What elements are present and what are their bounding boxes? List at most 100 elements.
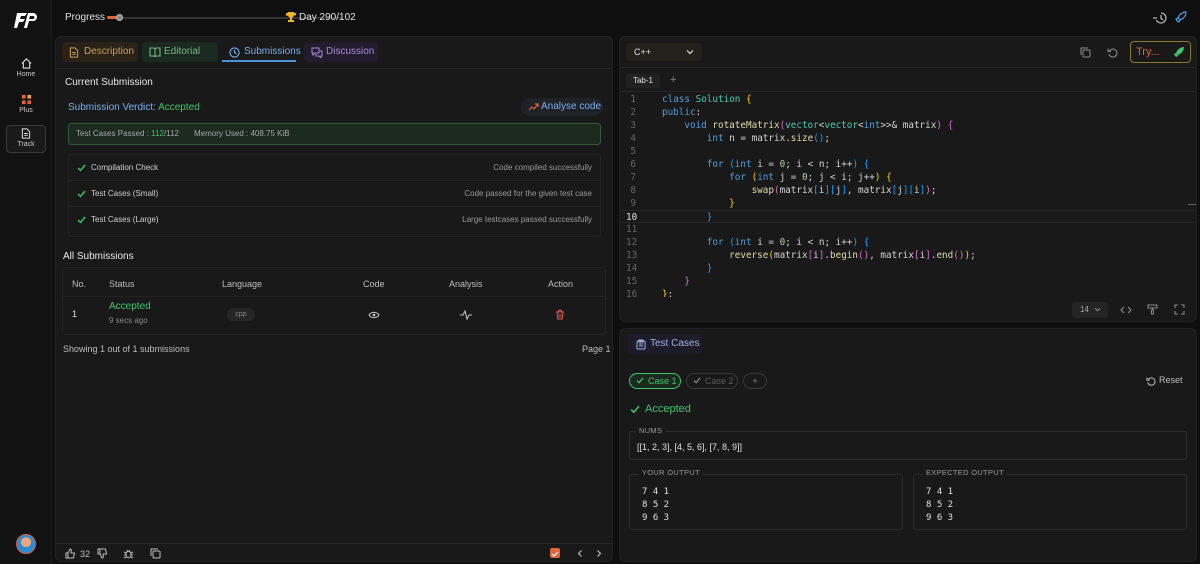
all-submissions-title: All Submissions [63,251,134,262]
rail-item-label: Plus [19,107,33,114]
tab-discussion[interactable]: Discussion [304,42,378,62]
tests-passed-count: 112 [151,129,164,138]
try-label: Try... [1136,46,1160,58]
input-box: NUMS [[1, 2, 3], [4, 5, 6], [7, 8, 9]] [629,426,1187,460]
chevron-left-icon[interactable] [576,549,584,558]
book-open-icon [149,47,161,57]
code-line[interactable]: 1 class Solution { [620,93,1196,106]
format-brush-icon[interactable] [1147,304,1158,315]
table-row: 1 Accepted 9 secs ago cpp [63,297,605,334]
avatar[interactable] [16,534,36,554]
history-icon[interactable] [1152,11,1168,25]
code-line[interactable]: 13 reverse(matrix[i].begin(), matrix[i].… [620,249,1196,262]
test-summary-box: Test Cases Passed : 112/112 Memory Used … [68,123,601,145]
code-tab[interactable]: Tab-1 [626,74,660,88]
like-count: 32 [80,549,91,559]
document-icon [21,128,31,139]
code-text: reverse(matrix[i].begin(), matrix[i].end… [729,250,976,261]
add-case-button[interactable]: + [743,373,767,389]
thumbs-up-icon[interactable] [65,548,76,559]
clock-icon [229,47,240,58]
code-line[interactable]: 4 int n = matrix.size(); [620,132,1196,145]
progress-label: Progress [65,12,106,23]
thumbs-down-icon[interactable] [97,548,108,559]
case-2-button[interactable]: Case 2 [686,373,738,389]
check-icon [77,190,86,198]
tab-label: Editorial [164,46,201,57]
code-line[interactable]: 8 swap(matrix[i][j], matrix[j][i]); [620,184,1196,197]
code-line[interactable]: 14 } [620,262,1196,275]
rocket-icon[interactable] [1175,11,1187,24]
line-number: 15 [626,276,638,287]
rail-item-home[interactable]: Home [6,56,46,86]
expected-output-box: EXPECTED OUTPUT 7 4 1 8 5 2 9 6 3 [913,468,1187,530]
rail-item-plus[interactable]: Plus [6,92,46,122]
code-text: } [706,263,713,274]
chevron-down-icon [686,50,694,55]
row-status[interactable]: Accepted [109,301,151,312]
line-number: 4 [630,133,636,144]
line-number: 1 [630,94,636,105]
copy-icon[interactable] [1080,47,1091,58]
code-line[interactable]: 3 void rotateMatrix(vector<vector<int>>&… [620,119,1196,132]
code-line[interactable]: 15 } [620,275,1196,288]
line-number: 9 [630,198,636,209]
check-desc: Large testcases passed successfully [462,215,592,224]
case-1-button[interactable]: Case 1 [629,373,681,389]
current-submission-title: Current Submission [65,77,153,88]
code-line[interactable]: 2 public: [620,106,1196,119]
tab-label: Test Cases [650,338,700,349]
clipboard-icon [636,339,646,350]
code-brackets-icon[interactable] [1120,305,1132,315]
chevron-down-icon [1094,307,1101,312]
reset-button[interactable]: Reset [1146,375,1183,386]
column-header: Language [222,279,263,289]
tests-passed-label: Test Cases Passed : [76,129,149,138]
progress-knob[interactable] [116,14,123,21]
bug-icon[interactable] [123,548,134,559]
code-line[interactable]: 11 [620,223,1196,236]
line-number: 7 [630,172,636,183]
tab-description[interactable]: Description [62,42,138,62]
trash-icon[interactable] [555,309,565,320]
your-output-box: YOUR OUTPUT 7 4 1 8 5 2 9 6 3 [629,468,903,530]
check-icon [693,377,701,384]
rail-item-track[interactable]: Track [6,125,46,153]
case-label: Case 1 [648,376,677,386]
app-logo-icon[interactable] [14,10,38,30]
activity-icon[interactable] [460,310,472,320]
undo-icon[interactable] [1107,47,1118,58]
eye-icon[interactable] [368,311,380,319]
add-tab-icon[interactable]: + [670,74,676,86]
line-number: 3 [630,120,636,131]
copy-icon[interactable] [150,548,161,559]
verdict-text: Accepted [645,403,691,415]
code-text: for (int i = 0; i < n; i++) { [706,237,870,248]
check-icon [630,405,640,414]
code-line[interactable]: 9 } [620,197,1196,210]
code-line[interactable]: 7 for (int j = 0; j < i; j++) { [620,171,1196,184]
tab-editorial[interactable]: Editorial [142,42,218,62]
fullscreen-icon[interactable] [1174,304,1185,315]
analyse-code-button[interactable]: Analyse code [521,98,603,116]
language-select[interactable]: C++ [626,43,702,61]
flag-checkbox[interactable] [550,548,560,558]
code-line[interactable]: 16}; [620,288,1196,297]
language-badge: cpp [227,308,255,321]
tab-label: Discussion [326,46,375,57]
code-area[interactable]: 1 class Solution {2 public: 3 void rotateMa… [620,93,1196,297]
try-button[interactable]: Try... [1130,41,1191,63]
rail-item-label: Track [17,141,35,148]
font-size-select[interactable]: 14 [1072,302,1108,318]
chat-icon [311,47,323,58]
code-line[interactable]: 12 for (int i = 0; i < n; i++) { [620,236,1196,249]
chevron-right-icon[interactable] [595,549,603,558]
code-line[interactable]: 6 for (int i = 0; i < n; i++) { [620,158,1196,171]
code-line[interactable]: 10 } [620,210,1196,223]
trending-up-icon [528,103,539,111]
submissions-panel: Description Editorial Submissions Discus… [55,36,613,562]
document-icon [69,47,79,58]
code-line[interactable]: 5 [620,145,1196,158]
tab-test-cases[interactable]: Test Cases [628,334,702,354]
tab-submissions[interactable]: Submissions [222,42,301,62]
